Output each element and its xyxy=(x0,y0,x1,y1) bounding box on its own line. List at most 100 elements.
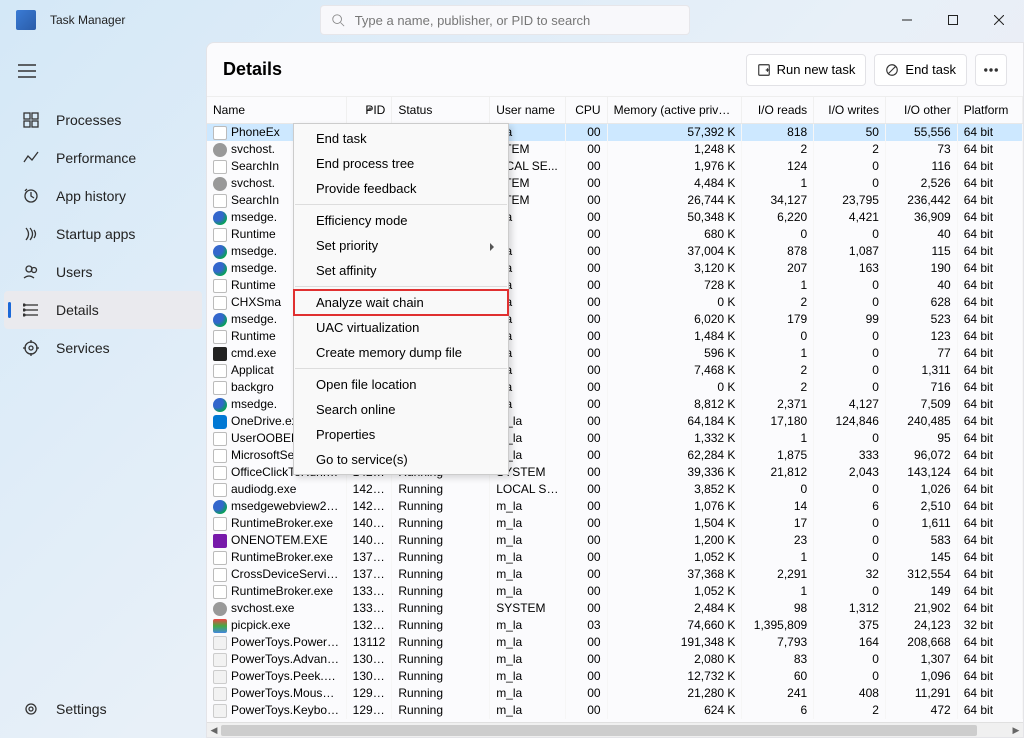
process-icon xyxy=(213,466,227,480)
cell-name: audiodg.exe xyxy=(207,481,346,498)
cell-io-reads: 1,395,809 xyxy=(742,617,814,634)
cell-io-reads: 17,180 xyxy=(742,413,814,430)
sidebar-item-app-history[interactable]: App history xyxy=(4,177,202,215)
col-cpu[interactable]: CPU xyxy=(566,97,607,124)
col-pid[interactable]: PID xyxy=(346,97,392,124)
context-menu-end-task[interactable]: End task xyxy=(294,126,508,151)
cell-platform: 32 bit xyxy=(957,617,1022,634)
context-menu-create-memory-dump-file[interactable]: Create memory dump file xyxy=(294,340,508,365)
sidebar-item-performance[interactable]: Performance xyxy=(4,139,202,177)
close-button[interactable] xyxy=(976,0,1022,40)
cell-platform: 64 bit xyxy=(957,209,1022,226)
cell-name: RuntimeBroker.exe xyxy=(207,515,346,532)
context-menu-efficiency-mode[interactable]: Efficiency mode xyxy=(294,208,508,233)
run-new-task-button[interactable]: Run new task xyxy=(746,54,867,86)
cell-cpu: 00 xyxy=(566,175,607,192)
table-row[interactable]: ONENOTEM.EXE14044Runningm_la001,200 K230… xyxy=(207,532,1023,549)
table-row[interactable]: RuntimeBroker.exe13792Runningm_la001,052… xyxy=(207,549,1023,566)
table-row[interactable]: msedgewebview2.exe14232Runningm_la001,07… xyxy=(207,498,1023,515)
scroll-left-arrow[interactable]: ◀ xyxy=(207,723,221,738)
cell-name: PowerToys.Keyboard... xyxy=(207,702,346,719)
context-menu-set-priority[interactable]: Set priority xyxy=(294,233,508,258)
sidebar-item-services[interactable]: Services xyxy=(4,329,202,367)
cell-pid: 13792 xyxy=(346,549,392,566)
cell-platform: 64 bit xyxy=(957,447,1022,464)
cell-io-other: 2,526 xyxy=(885,175,957,192)
cell-io-writes: 50 xyxy=(814,124,886,141)
cell-io-reads: 2 xyxy=(742,362,814,379)
table-row[interactable]: RuntimeBroker.exe13360Runningm_la001,052… xyxy=(207,583,1023,600)
sidebar-item-startup-apps[interactable]: Startup apps xyxy=(4,215,202,253)
cell-io-reads: 1 xyxy=(742,583,814,600)
process-icon xyxy=(213,517,227,531)
cell-memory: 1,484 K xyxy=(607,328,742,345)
table-row[interactable]: RuntimeBroker.exe14056Runningm_la001,504… xyxy=(207,515,1023,532)
col-io-reads[interactable]: I/O reads xyxy=(742,97,814,124)
minimize-button[interactable] xyxy=(884,0,930,40)
sidebar-item-settings[interactable]: Settings xyxy=(4,690,125,728)
context-menu-search-online[interactable]: Search online xyxy=(294,397,508,422)
context-menu-open-file-location[interactable]: Open file location xyxy=(294,372,508,397)
cell-io-writes: 0 xyxy=(814,430,886,447)
cell-io-reads: 207 xyxy=(742,260,814,277)
context-menu-go-to-service-s-[interactable]: Go to service(s) xyxy=(294,447,508,472)
context-menu-end-process-tree[interactable]: End process tree xyxy=(294,151,508,176)
nav-icon xyxy=(22,302,40,318)
cell-platform: 64 bit xyxy=(957,668,1022,685)
table-row[interactable]: PowerToys.Keyboard...12904Runningm_la006… xyxy=(207,702,1023,719)
hamburger-button[interactable] xyxy=(0,60,206,101)
horizontal-scrollbar[interactable]: ◀ ▶ xyxy=(207,722,1023,737)
table-row[interactable]: PowerToys.MouseWi...12960Runningm_la0021… xyxy=(207,685,1023,702)
table-row[interactable]: PowerToys.Peek.UI.exe13000Runningm_la001… xyxy=(207,668,1023,685)
cell-memory: 37,004 K xyxy=(607,243,742,260)
table-row[interactable]: PowerToys.PowerLa...13112Runningm_la0019… xyxy=(207,634,1023,651)
nav-icon xyxy=(22,226,40,242)
page-title: Details xyxy=(223,59,738,80)
context-menu-set-affinity[interactable]: Set affinity xyxy=(294,258,508,283)
context-menu-provide-feedback[interactable]: Provide feedback xyxy=(294,176,508,201)
maximize-button[interactable] xyxy=(930,0,976,40)
table-row[interactable]: PowerToys.Advance...13060Runningm_la002,… xyxy=(207,651,1023,668)
cell-memory: 3,852 K xyxy=(607,481,742,498)
col-memory[interactable]: Memory (active privat... xyxy=(607,97,742,124)
cell-io-other: 40 xyxy=(885,226,957,243)
sidebar-item-details[interactable]: Details xyxy=(4,291,202,329)
cell-memory: 26,744 K xyxy=(607,192,742,209)
cell-io-reads: 1 xyxy=(742,175,814,192)
table-row[interactable]: picpick.exe13220Runningm_la0374,660 K1,3… xyxy=(207,617,1023,634)
col-status[interactable]: Status xyxy=(392,97,490,124)
cell-io-other: 1,096 xyxy=(885,668,957,685)
cell-cpu: 03 xyxy=(566,617,607,634)
col-name[interactable]: Name xyxy=(207,97,346,124)
context-menu-properties[interactable]: Properties xyxy=(294,422,508,447)
cell-io-reads: 2,371 xyxy=(742,396,814,413)
table-row[interactable]: svchost.exe13308RunningSYSTEM002,484 K98… xyxy=(207,600,1023,617)
cell-memory: 0 K xyxy=(607,294,742,311)
cell-pid: 12960 xyxy=(346,685,392,702)
cell-user: m_la xyxy=(490,583,566,600)
nav-icon xyxy=(22,264,40,280)
sidebar-item-processes[interactable]: Processes xyxy=(4,101,202,139)
cell-memory: 64,184 K xyxy=(607,413,742,430)
table-row[interactable]: audiodg.exe14236RunningLOCAL SE...003,85… xyxy=(207,481,1023,498)
window-title: Task Manager xyxy=(50,13,125,27)
cell-cpu: 00 xyxy=(566,294,607,311)
cell-io-reads: 7,793 xyxy=(742,634,814,651)
context-menu-uac-virtualization[interactable]: UAC virtualization xyxy=(294,315,508,340)
cell-io-other: 96,072 xyxy=(885,447,957,464)
end-task-button[interactable]: End task xyxy=(874,54,967,86)
col-platform[interactable]: Platform xyxy=(957,97,1022,124)
table-row[interactable]: CrossDeviceService.e...13716Runningm_la0… xyxy=(207,566,1023,583)
cell-io-other: 115 xyxy=(885,243,957,260)
col-io-other[interactable]: I/O other xyxy=(885,97,957,124)
sidebar-item-users[interactable]: Users xyxy=(4,253,202,291)
process-icon xyxy=(213,126,227,140)
search-input[interactable]: Type a name, publisher, or PID to search xyxy=(320,5,690,35)
context-menu-analyze-wait-chain[interactable]: Analyze wait chain xyxy=(294,290,508,315)
more-options-button[interactable] xyxy=(975,54,1007,86)
col-io-writes[interactable]: I/O writes xyxy=(814,97,886,124)
scrollbar-thumb[interactable] xyxy=(221,725,977,736)
col-user[interactable]: User name xyxy=(490,97,566,124)
scroll-right-arrow[interactable]: ▶ xyxy=(1009,723,1023,738)
cell-cpu: 00 xyxy=(566,158,607,175)
